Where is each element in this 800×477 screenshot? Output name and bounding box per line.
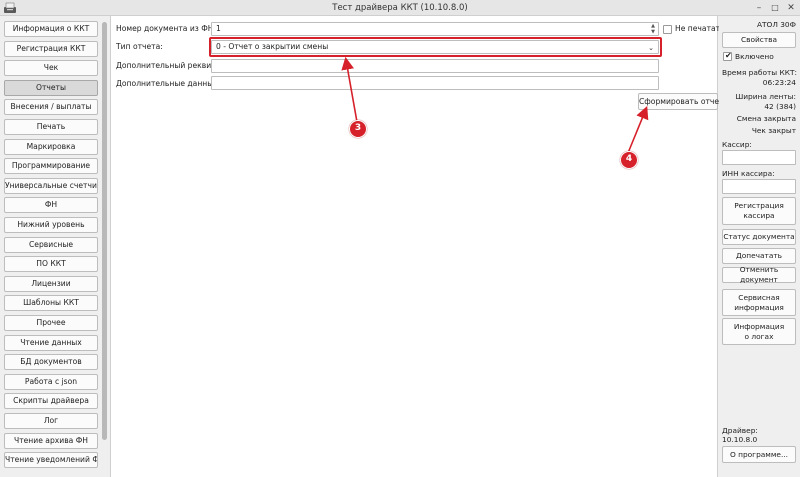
annotation-badge-4: 4 xyxy=(620,151,638,169)
sidebar-item[interactable]: БД документов xyxy=(4,354,98,371)
sidebar-item[interactable]: ФН xyxy=(4,197,98,214)
sidebar-item[interactable]: Печать xyxy=(4,119,98,135)
logs-info-line2: о логах xyxy=(744,331,774,341)
sidebar-item[interactable]: Чтение данных xyxy=(4,334,98,351)
sidebar-item[interactable]: Чтение архива ФН xyxy=(4,432,98,449)
no-print-label: Не печатать xyxy=(675,24,725,33)
register-cashier-button[interactable]: Регистрация кассира xyxy=(722,197,796,225)
sidebar-item[interactable]: Информация о ККТ xyxy=(4,21,98,37)
logs-info-line1: Информация xyxy=(733,321,785,331)
uptime-label: Время работы ККТ: xyxy=(722,68,797,77)
generate-report-button[interactable]: Сформировать отчет xyxy=(638,93,723,110)
tape-width-value: 42 (384) xyxy=(764,102,796,111)
doc-number-stepper[interactable]: 1 ▲ ▼ xyxy=(211,22,659,36)
report-type-highlight xyxy=(209,37,662,57)
maximize-icon[interactable]: □ xyxy=(768,1,782,15)
sidebar-item[interactable]: Нижний уровень xyxy=(4,217,98,233)
minimize-icon[interactable]: – xyxy=(752,1,766,15)
sidebar-item[interactable]: Лог xyxy=(4,413,98,429)
service-info-line1: Сервисная xyxy=(738,292,780,302)
sidebar-item[interactable]: Внесения / выплаты xyxy=(4,99,98,116)
sidebar: Информация о ККТ Регистрация ККТ Чек Отчеты… xyxy=(0,16,110,477)
sidebar-item[interactable]: Чтение уведомлений ФН xyxy=(4,452,98,469)
cashier-input[interactable] xyxy=(722,150,796,165)
doc-status-button[interactable]: Статус документа xyxy=(722,229,796,245)
doc-number-value: 1 xyxy=(216,24,221,33)
about-button[interactable]: О программе... xyxy=(722,446,796,463)
register-cashier-line2: кассира xyxy=(743,211,775,220)
sidebar-scrollbar-thumb[interactable] xyxy=(102,22,107,440)
check-icon: ✔ xyxy=(725,51,732,60)
register-cashier-line1: Регистрация xyxy=(734,201,784,210)
sidebar-item[interactable]: ПО ККТ xyxy=(4,256,98,273)
sidebar-item[interactable]: Шаблоны ККТ xyxy=(4,295,98,312)
reports-panel: Номер документа из ФН: 1 ▲ ▼ Не печатать … xyxy=(110,16,725,477)
no-print-checkbox[interactable] xyxy=(663,25,672,34)
close-icon[interactable]: ✕ xyxy=(784,1,798,15)
receipt-status: Чек закрыт xyxy=(751,126,796,135)
tape-width-label: Ширина ленты: xyxy=(735,92,796,101)
sidebar-item[interactable]: Чек xyxy=(4,60,98,77)
service-info-button[interactable]: Сервисная информация xyxy=(722,289,796,316)
doc-number-label: Номер документа из ФН: xyxy=(116,24,217,33)
sidebar-item[interactable]: Программирование xyxy=(4,158,98,175)
cashier-label: Кассир: xyxy=(722,140,752,149)
sidebar-item[interactable]: Работа с json xyxy=(4,373,98,390)
sidebar-item[interactable]: Лицензии xyxy=(4,275,98,292)
extra-requisite-input[interactable] xyxy=(211,59,659,73)
cashier-inn-input[interactable] xyxy=(722,179,796,194)
service-info-line2: информация xyxy=(734,302,784,312)
extra-data-label: Дополнительные данные: xyxy=(116,79,221,88)
sidebar-item[interactable]: Универсальные счетчики xyxy=(4,177,98,194)
sidebar-item[interactable]: Маркировка xyxy=(4,138,98,155)
driver-version: 10.10.8.0 xyxy=(722,435,758,444)
spin-arrows-icon[interactable]: ▲ ▼ xyxy=(649,23,657,35)
sidebar-item[interactable]: Сервисные xyxy=(4,236,98,253)
report-type-label: Тип отчета: xyxy=(116,42,163,51)
cashier-inn-label: ИНН кассира: xyxy=(722,169,775,178)
sidebar-item[interactable]: Отчеты xyxy=(4,79,98,96)
uptime-value: 06:23:24 xyxy=(762,78,796,87)
driver-label: Драйвер: xyxy=(722,426,758,435)
window-titlebar: Тест драйвера ККТ (10.10.8.0) – □ ✕ xyxy=(0,0,800,16)
logs-info-button[interactable]: Информация о логах xyxy=(722,318,796,345)
reprint-button[interactable]: Допечатать xyxy=(722,248,796,264)
window-title: Тест драйвера ККТ (10.10.8.0) xyxy=(332,3,468,13)
sidebar-item[interactable]: Прочее xyxy=(4,315,98,331)
device-name: АТОЛ 30Ф xyxy=(756,20,796,29)
sidebar-item[interactable]: Скрипты драйвера xyxy=(4,393,98,410)
enabled-checkbox[interactable]: ✔ xyxy=(723,51,732,61)
enabled-label: Включено xyxy=(735,52,774,61)
device-panel: АТОЛ 30Ф Свойства ✔ Включено Время работ… xyxy=(719,16,800,477)
cancel-document-button[interactable]: Отменить документ xyxy=(722,265,796,284)
properties-button[interactable]: Свойства xyxy=(722,32,796,48)
extra-data-input[interactable] xyxy=(211,76,659,90)
shift-status: Смена закрыта xyxy=(736,114,796,123)
sidebar-item[interactable]: Регистрация ККТ xyxy=(4,40,98,57)
annotation-badge-3: 3 xyxy=(349,120,367,138)
